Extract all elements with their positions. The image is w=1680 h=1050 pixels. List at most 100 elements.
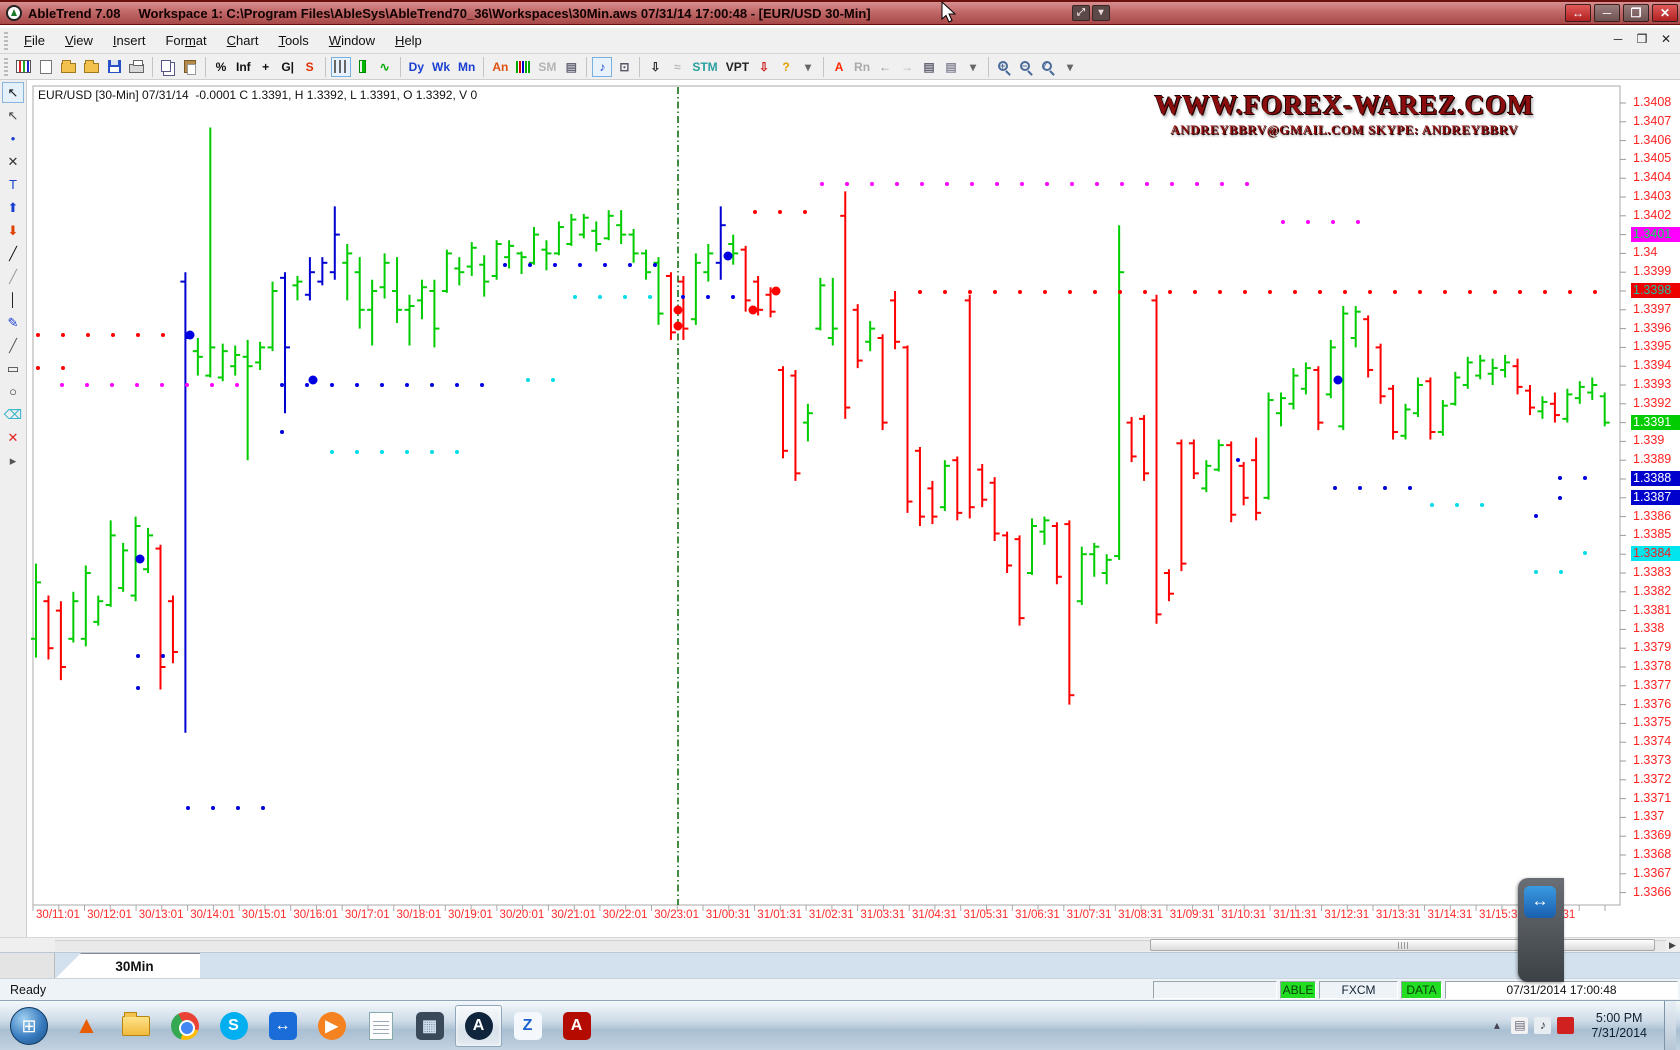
candlestick-type-button[interactable] <box>353 57 373 77</box>
inf-button[interactable]: Inf <box>233 57 254 77</box>
tray-alert-icon[interactable] <box>1557 1017 1574 1034</box>
vpt-button[interactable]: VPT <box>723 57 752 77</box>
scroll-right-button[interactable]: ▶ <box>1665 939 1680 952</box>
notepad-icon[interactable] <box>357 1005 404 1047</box>
plus-button[interactable]: + <box>256 57 276 77</box>
price-chart[interactable] <box>27 80 1680 937</box>
pan-button[interactable]: ↔ <box>1565 4 1591 22</box>
import-icon[interactable] <box>81 57 102 77</box>
tray-app-icon[interactable]: ▤ <box>1511 1017 1528 1034</box>
remove-all-tool[interactable]: ✕ <box>2 427 24 448</box>
down-arrow-tool[interactable]: ⬇ <box>2 220 24 241</box>
auto-trade-button[interactable]: A <box>829 57 849 77</box>
taskbar-clock[interactable]: 5:00 PM 7/31/2014 <box>1581 1011 1657 1041</box>
teamviewer-icon[interactable]: ↔ <box>259 1005 306 1047</box>
minimize-button[interactable]: ─ <box>1594 4 1620 22</box>
chart-window-icon[interactable] <box>13 57 34 77</box>
menubar-grip[interactable] <box>4 32 8 50</box>
explorer-folder-icon[interactable] <box>112 1005 159 1047</box>
vertical-line-tool[interactable]: │ <box>2 289 24 310</box>
menu-window[interactable]: Window <box>319 30 385 51</box>
copy-icon[interactable] <box>158 57 178 77</box>
menu-file[interactable]: File <box>14 30 55 51</box>
chrome-icon[interactable] <box>161 1005 208 1047</box>
percent-button[interactable]: % <box>211 57 231 77</box>
list-button[interactable]: ▤ <box>919 57 939 77</box>
wave-icon[interactable]: ≈ <box>667 57 687 77</box>
zoom-in-button[interactable]: + <box>994 57 1014 77</box>
ray-tool[interactable]: ╱ <box>2 266 24 287</box>
scrollbar-thumb[interactable] <box>1150 939 1655 951</box>
mdi-minimize-button[interactable]: ─ <box>1610 32 1626 46</box>
list2-button[interactable]: ▤ <box>941 57 961 77</box>
menu-insert[interactable]: Insert <box>103 30 156 51</box>
export2-icon[interactable]: ⇩ <box>754 57 774 77</box>
calculator-icon[interactable]: ▦ <box>406 1005 453 1047</box>
delete-tool[interactable]: ✕ <box>2 151 24 172</box>
media-player-icon[interactable]: ▶ <box>308 1005 355 1047</box>
menu-format[interactable]: Format <box>155 30 216 51</box>
forward-button[interactable]: → <box>897 57 917 77</box>
close-button[interactable]: ✕ <box>1652 4 1678 22</box>
pointer-tool[interactable]: ↖ <box>2 105 24 126</box>
select-pointer-tool[interactable]: ↖ <box>2 82 24 103</box>
quote-list-icon[interactable]: ▤ <box>561 57 581 77</box>
toolbar-grip[interactable] <box>4 58 8 76</box>
expand-toolstrip[interactable]: ▸ <box>2 450 24 471</box>
session-scale-button[interactable]: ⤢ <box>1072 5 1090 21</box>
menu-tools[interactable]: Tools <box>268 30 318 51</box>
session-dropdown-button[interactable]: ▾ <box>1092 5 1110 21</box>
draw-tool[interactable]: ✎ <box>2 312 24 333</box>
channel-tool[interactable]: ╱ <box>2 335 24 356</box>
mdi-restore-button[interactable]: ❒ <box>1634 32 1650 46</box>
show-desktop-button[interactable] <box>1664 1001 1676 1050</box>
window-link-icon[interactable]: ⊡ <box>614 57 634 77</box>
teamviewer-overlay-widget[interactable]: ↔ <box>1518 878 1564 982</box>
grid-button[interactable]: G| <box>278 57 298 77</box>
vlc-icon[interactable]: ▲ <box>63 1005 110 1047</box>
weekly-button[interactable]: Wk <box>429 57 453 77</box>
eraser-tool[interactable]: ⌫ <box>2 404 24 425</box>
dot-tool[interactable]: • <box>2 128 24 149</box>
help-button[interactable]: ? <box>776 57 796 77</box>
restore-button[interactable]: ❐ <box>1623 4 1649 22</box>
more-dropdown-icon[interactable]: ▾ <box>798 57 818 77</box>
rectangle-tool[interactable]: ▭ <box>2 358 24 379</box>
daily-button[interactable]: Dy <box>406 57 427 77</box>
new-chart-icon[interactable] <box>36 57 56 77</box>
trendline-tool[interactable]: ╱ <box>2 243 24 264</box>
up-arrow-tool[interactable]: ⬆ <box>2 197 24 218</box>
zoom-reset-button[interactable]: ∕ <box>1038 57 1058 77</box>
start-button[interactable]: ⊞ <box>10 1007 48 1045</box>
stm-button[interactable]: STM <box>689 57 720 77</box>
export-data-icon[interactable]: ⇩ <box>645 57 665 77</box>
abletrend-icon[interactable]: A <box>455 1005 502 1047</box>
tray-show-hidden-icon[interactable]: ▴ <box>1488 1017 1505 1034</box>
adobe-reader-icon[interactable]: A <box>553 1005 600 1047</box>
bar-chart-type-button[interactable] <box>331 57 351 77</box>
zoom-out-button[interactable]: − <box>1016 57 1036 77</box>
more2-dropdown-icon[interactable]: ▾ <box>963 57 983 77</box>
menu-chart[interactable]: Chart <box>217 30 269 51</box>
save-icon[interactable] <box>104 57 124 77</box>
print-icon[interactable] <box>126 57 147 77</box>
paste-icon[interactable] <box>180 57 200 77</box>
volume-indicator-icon[interactable] <box>513 57 533 77</box>
chart-area[interactable]: EUR/USD [30-Min] 07/31/14 -0.0001 C 1.33… <box>27 80 1680 937</box>
text-tool[interactable]: T <box>2 174 24 195</box>
sound-alert-button[interactable]: ♪ <box>592 57 612 77</box>
skype-icon[interactable]: S <box>210 1005 257 1047</box>
monthly-button[interactable]: Mn <box>455 57 478 77</box>
tray-volume-icon[interactable]: ♪ <box>1534 1017 1551 1034</box>
menu-help[interactable]: Help <box>385 30 432 51</box>
zoom-dropdown-icon[interactable]: ▾ <box>1060 57 1080 77</box>
mdi-close-button[interactable]: ✕ <box>1658 32 1674 46</box>
rn-button[interactable]: Rn <box>851 57 873 77</box>
line-chart-type-button[interactable]: ∿ <box>375 57 395 77</box>
s-button[interactable]: S <box>300 57 320 77</box>
ellipse-tool[interactable]: ○ <box>2 381 24 402</box>
analysis-button[interactable]: An <box>489 57 511 77</box>
menu-view[interactable]: View <box>55 30 103 51</box>
sm-button[interactable]: SM <box>535 57 559 77</box>
back-button[interactable]: ← <box>875 57 895 77</box>
